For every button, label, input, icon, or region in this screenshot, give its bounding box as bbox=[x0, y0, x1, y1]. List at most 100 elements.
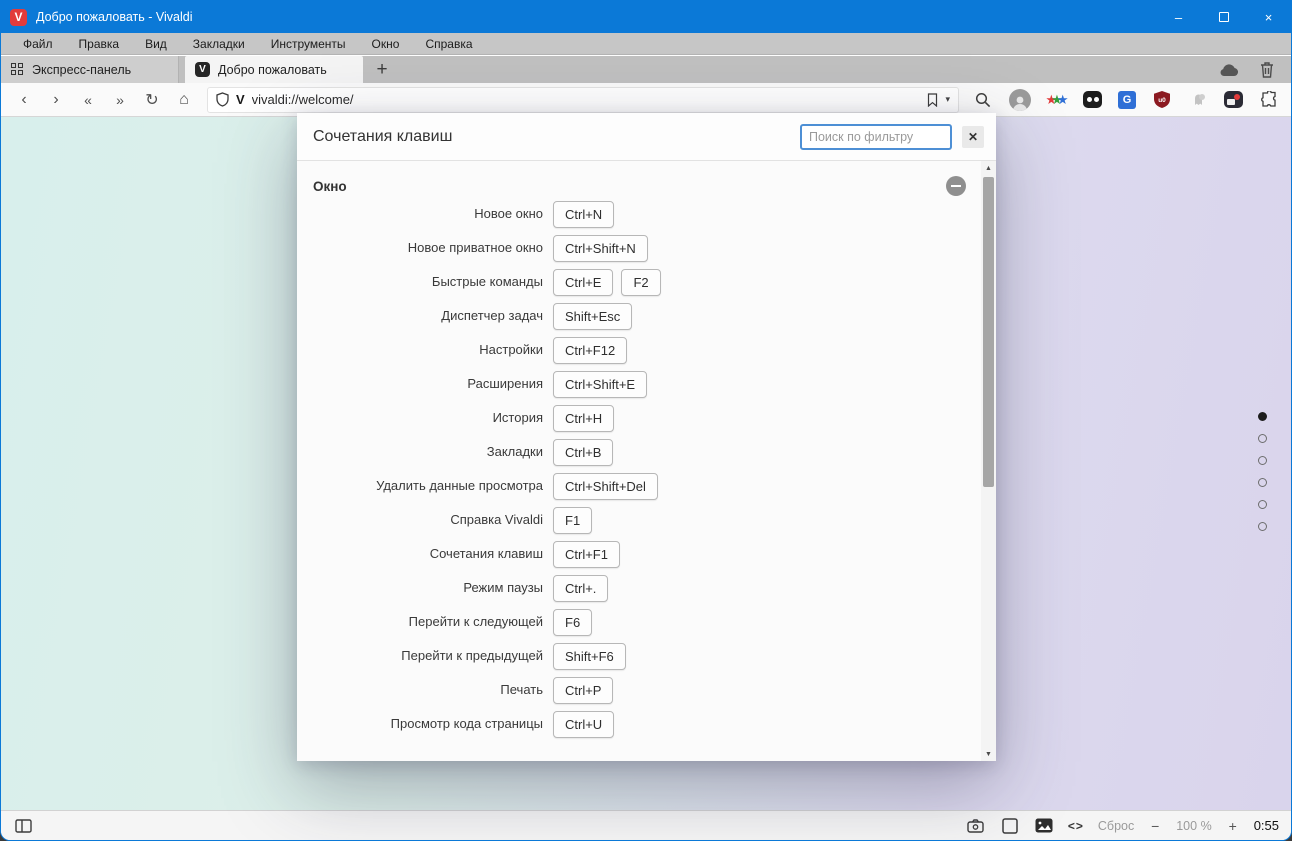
extensions-puzzle-icon[interactable] bbox=[1259, 90, 1279, 110]
bookmark-icon[interactable] bbox=[927, 92, 938, 107]
page-source-code-icon[interactable]: <> bbox=[1068, 819, 1084, 833]
rewind-button[interactable]: « bbox=[73, 87, 103, 113]
shortcut-label: Справка Vivaldi bbox=[450, 511, 543, 527]
page-actions-image-icon[interactable] bbox=[1034, 816, 1054, 836]
dialog-scrollbar[interactable]: ▲ ▼ bbox=[981, 161, 996, 761]
new-tab-button[interactable]: + bbox=[363, 56, 401, 83]
shortcut-keys: Ctrl+U bbox=[553, 710, 615, 738]
shortcut-row: Быстрые команды Ctrl+E F2 bbox=[297, 265, 996, 299]
keyboard-shortcuts-dialog: Сочетания клавиш ✕ Окно Новое окно Ctrl+N… bbox=[297, 113, 996, 761]
key-badge[interactable]: Ctrl+Shift+E bbox=[553, 370, 648, 398]
bookmark-dropdown-caret-icon[interactable]: ▾ bbox=[945, 94, 950, 105]
forward-button[interactable]: › bbox=[41, 87, 71, 113]
capture-camera-icon[interactable] bbox=[966, 816, 986, 836]
shortcut-label: Перейти к следующей bbox=[408, 613, 543, 629]
ublock-shield-extension-icon[interactable]: u0 bbox=[1152, 90, 1172, 110]
stars-extension-icon[interactable]: ★ ★ ★ bbox=[1046, 90, 1069, 110]
key-badge[interactable]: Ctrl+F1 bbox=[553, 540, 620, 568]
scroll-down-icon[interactable]: ▼ bbox=[985, 747, 992, 761]
step-dot-4[interactable] bbox=[1258, 500, 1267, 509]
menu-item-2[interactable]: Вид bbox=[133, 35, 179, 53]
step-dot-2[interactable] bbox=[1258, 456, 1267, 465]
vivaldi-favicon-icon: V bbox=[195, 62, 210, 77]
shortcut-label: Расширения bbox=[467, 375, 543, 391]
profile-avatar[interactable] bbox=[1009, 88, 1031, 111]
key-badge[interactable]: F2 bbox=[621, 268, 661, 296]
menu-item-4[interactable]: Инструменты bbox=[259, 35, 358, 53]
key-badge[interactable]: Ctrl+E bbox=[553, 268, 614, 296]
shortcut-keys: Ctrl+. bbox=[553, 574, 609, 602]
menu-item-3[interactable]: Закладки bbox=[181, 35, 257, 53]
vivaldi-logo-icon: V bbox=[10, 8, 27, 26]
shortcut-keys: F1 bbox=[553, 506, 593, 534]
home-button[interactable]: ⌂ bbox=[169, 87, 199, 113]
welcome-step-dots[interactable] bbox=[1258, 412, 1267, 531]
key-badge[interactable]: Shift+F6 bbox=[553, 642, 626, 670]
zoom-in-button[interactable]: + bbox=[1226, 818, 1240, 834]
shortcut-keys: Shift+Esc bbox=[553, 302, 633, 330]
step-dot-1[interactable] bbox=[1258, 434, 1267, 443]
fast-forward-button[interactable]: » bbox=[105, 87, 135, 113]
key-badge[interactable]: Ctrl+H bbox=[553, 404, 615, 432]
step-dot-5[interactable] bbox=[1258, 522, 1267, 531]
browser-window: V Добро пожаловать - Vivaldi – × Файл Пра… bbox=[0, 0, 1292, 841]
title-bar: V Добро пожаловать - Vivaldi – × bbox=[1, 1, 1291, 33]
dialog-close-button[interactable]: ✕ bbox=[962, 125, 984, 148]
shortcut-keys: Ctrl+N bbox=[553, 200, 615, 228]
scrollbar-thumb[interactable] bbox=[983, 177, 994, 487]
shortcut-row: Просмотр кода страницы Ctrl+U bbox=[297, 707, 996, 741]
tab-speed-dial[interactable]: Экспресс-панель bbox=[1, 56, 179, 83]
menu-item-0[interactable]: Файл bbox=[11, 35, 65, 53]
trash-icon[interactable] bbox=[1257, 60, 1277, 80]
site-shield-icon[interactable] bbox=[216, 92, 229, 107]
status-bar: <> Сброс − 100 % + 0:55 bbox=[1, 810, 1291, 840]
scrollbar-track[interactable] bbox=[981, 175, 996, 747]
media-capture-extension-icon[interactable] bbox=[1224, 91, 1243, 108]
tab-welcome-active[interactable]: V Добро пожаловать bbox=[185, 56, 363, 83]
step-dot-0[interactable] bbox=[1258, 412, 1267, 421]
collapse-section-button[interactable] bbox=[946, 176, 966, 196]
key-badge[interactable]: Ctrl+F12 bbox=[553, 336, 628, 364]
menu-bar: Файл Правка Вид Закладки Инструменты Окно Спра… bbox=[1, 33, 1291, 55]
maximize-button[interactable] bbox=[1201, 1, 1246, 33]
shortcut-label: Печать bbox=[500, 681, 543, 697]
panel-toggle-icon[interactable] bbox=[13, 816, 33, 836]
svg-text:u0: u0 bbox=[1158, 97, 1166, 104]
section-title: Окно bbox=[313, 178, 347, 194]
zoom-out-button[interactable]: − bbox=[1148, 818, 1162, 834]
dark-reader-extension-icon[interactable] bbox=[1083, 91, 1102, 108]
menu-item-5[interactable]: Окно bbox=[360, 35, 412, 53]
status-right-cluster: <> Сброс − 100 % + 0:55 bbox=[966, 816, 1279, 836]
shortcut-keys: Ctrl+P bbox=[553, 676, 614, 704]
sync-cloud-icon[interactable] bbox=[1219, 60, 1239, 80]
tiling-layout-icon[interactable] bbox=[1000, 816, 1020, 836]
key-badge[interactable]: Ctrl+N bbox=[553, 200, 615, 228]
search-icon[interactable] bbox=[973, 90, 993, 110]
shortcut-row: Перейти к следующей F6 bbox=[297, 605, 996, 639]
key-badge[interactable]: Ctrl+B bbox=[553, 438, 614, 466]
filter-search-input[interactable] bbox=[800, 123, 952, 150]
key-badge[interactable]: Ctrl+. bbox=[553, 574, 609, 602]
key-badge[interactable]: Ctrl+Shift+N bbox=[553, 234, 648, 262]
key-badge[interactable]: Ctrl+P bbox=[553, 676, 614, 704]
disabled-extension-icon[interactable] bbox=[1188, 90, 1208, 110]
close-button[interactable]: × bbox=[1246, 1, 1291, 33]
shortcut-list: Новое окно Ctrl+N Новое приватное окно Ctrl… bbox=[297, 197, 996, 741]
back-button[interactable]: ‹ bbox=[9, 87, 39, 113]
minimize-button[interactable]: – bbox=[1156, 1, 1201, 33]
key-badge[interactable]: F1 bbox=[553, 506, 593, 534]
key-badge[interactable]: Ctrl+U bbox=[553, 710, 615, 738]
zoom-reset-button[interactable]: Сброс bbox=[1098, 819, 1134, 833]
scroll-up-icon[interactable]: ▲ bbox=[985, 161, 992, 175]
menu-item-6[interactable]: Справка bbox=[413, 35, 484, 53]
shortcut-row: Диспетчер задач Shift+Esc bbox=[297, 299, 996, 333]
reload-button[interactable]: ↻ bbox=[137, 87, 167, 113]
speed-dial-grid-icon bbox=[11, 63, 24, 76]
step-dot-3[interactable] bbox=[1258, 478, 1267, 487]
key-badge[interactable]: Ctrl+Shift+Del bbox=[553, 472, 658, 500]
menu-item-1[interactable]: Правка bbox=[67, 35, 132, 53]
google-translate-extension-icon[interactable]: G bbox=[1118, 90, 1136, 109]
key-badge[interactable]: F6 bbox=[553, 608, 593, 636]
key-badge[interactable]: Shift+Esc bbox=[553, 302, 633, 330]
url-field[interactable]: V vivaldi://welcome/ ▾ bbox=[207, 86, 959, 113]
